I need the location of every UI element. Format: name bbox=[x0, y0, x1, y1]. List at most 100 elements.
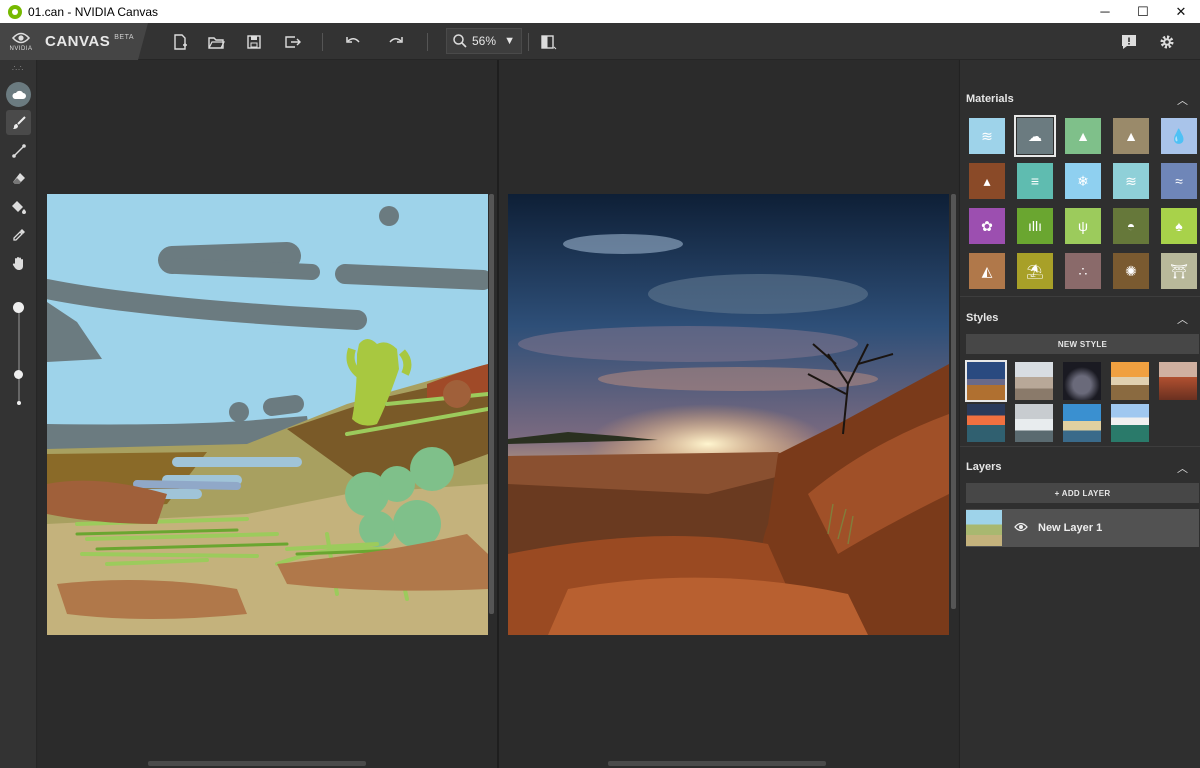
water-drop-icon: 💧 bbox=[1170, 127, 1188, 144]
material-plant[interactable]: ψ bbox=[1065, 208, 1101, 244]
hill-icon: ▲ bbox=[1076, 128, 1090, 144]
material-brush-tool[interactable] bbox=[6, 82, 31, 107]
right-panel: Materials ︿ Styles ︿ NEW STYLE Layers ︿ … bbox=[959, 60, 1200, 768]
minimize-button[interactable]: ─ bbox=[1086, 0, 1124, 23]
material-cloud[interactable]: ☁ bbox=[1014, 115, 1056, 157]
zoom-icon bbox=[453, 34, 467, 48]
save-icon bbox=[247, 35, 261, 49]
eraser-tool[interactable] bbox=[6, 166, 31, 191]
material-water-drop[interactable]: 💧 bbox=[1161, 118, 1197, 154]
toolbar-separator bbox=[322, 33, 323, 51]
material-mountain[interactable]: ▲ bbox=[1113, 118, 1149, 154]
hand-icon bbox=[12, 256, 23, 270]
export-icon bbox=[285, 36, 301, 48]
material-hill[interactable]: ▲ bbox=[1065, 118, 1101, 154]
plant-icon: ψ bbox=[1078, 218, 1088, 234]
style-thumbnail[interactable] bbox=[965, 360, 1007, 402]
tree-icon: ♠ bbox=[1175, 218, 1183, 234]
styles-collapse-chevron-icon[interactable]: ︿ bbox=[1177, 311, 1188, 327]
close-button[interactable]: ✕ bbox=[1162, 0, 1200, 23]
undo-button[interactable] bbox=[340, 29, 366, 55]
eraser-icon bbox=[12, 172, 25, 184]
material-sea[interactable]: ≋ bbox=[969, 118, 1005, 154]
layers-collapse-chevron-icon[interactable]: ︿ bbox=[1177, 460, 1188, 476]
eyedropper-tool[interactable] bbox=[6, 222, 31, 247]
mountain-icon: ▲ bbox=[1124, 128, 1138, 144]
brush-size-slider[interactable] bbox=[18, 308, 20, 403]
material-flower[interactable]: ✿ bbox=[969, 208, 1005, 244]
style-thumbnail[interactable] bbox=[1015, 404, 1053, 442]
add-layer-button[interactable]: + ADD LAYER bbox=[966, 483, 1199, 503]
building-icon: ⛩ bbox=[1170, 262, 1188, 279]
zoom-value: 56% bbox=[472, 34, 497, 48]
tool-strip: ∴∴ bbox=[0, 60, 37, 768]
feedback-button[interactable] bbox=[1116, 29, 1142, 55]
section-divider bbox=[960, 296, 1200, 297]
beta-badge: BETA bbox=[114, 34, 134, 41]
material-water[interactable]: ≈ bbox=[1161, 163, 1197, 199]
maximize-button[interactable]: ☐ bbox=[1124, 0, 1162, 23]
style-thumbnail[interactable] bbox=[1063, 404, 1101, 442]
chevron-down-icon: ▼ bbox=[504, 35, 515, 47]
style-thumbnail[interactable] bbox=[1111, 404, 1149, 442]
brush-tool[interactable] bbox=[6, 110, 31, 135]
fill-tool[interactable] bbox=[6, 194, 31, 219]
brush-size-slider-knob[interactable] bbox=[14, 370, 23, 379]
settings-button[interactable] bbox=[1154, 29, 1180, 55]
zoom-dropdown[interactable]: 56% ▼ bbox=[446, 28, 522, 54]
pan-tool[interactable] bbox=[6, 250, 31, 275]
style-thumbnail[interactable] bbox=[1015, 362, 1053, 400]
style-thumbnail[interactable] bbox=[1159, 362, 1197, 400]
material-fog[interactable]: ≡ bbox=[1017, 163, 1053, 199]
brush-size-min-marker bbox=[17, 401, 21, 405]
new-file-button[interactable] bbox=[167, 29, 193, 55]
brush-icon bbox=[12, 115, 26, 129]
left-canvas-vertical-scrollbar[interactable] bbox=[489, 194, 494, 614]
rock-icon: ◭ bbox=[981, 262, 993, 279]
gravel-icon: ∴ bbox=[1078, 262, 1088, 279]
beach-icon: ⛱ bbox=[1026, 262, 1044, 279]
canvas-divider[interactable] bbox=[497, 60, 499, 768]
style-thumbnail[interactable] bbox=[1111, 362, 1149, 400]
feedback-icon bbox=[1122, 35, 1136, 49]
window-title: 01.can - NVIDIA Canvas bbox=[28, 4, 159, 19]
layer-row[interactable]: New Layer 1 bbox=[966, 509, 1199, 547]
open-button[interactable] bbox=[203, 29, 229, 55]
materials-title: Materials bbox=[966, 93, 1014, 105]
styles-title: Styles bbox=[966, 312, 999, 324]
grip-icon[interactable]: ∴∴ bbox=[12, 64, 26, 73]
style-thumbnail[interactable] bbox=[967, 404, 1005, 442]
line-tool[interactable] bbox=[6, 138, 31, 163]
left-canvas-horizontal-scrollbar[interactable] bbox=[148, 761, 366, 766]
material-grass[interactable]: ıllı bbox=[1017, 208, 1053, 244]
window-controls: ─ ☐ ✕ bbox=[1086, 0, 1200, 23]
split-view-button[interactable] bbox=[535, 29, 561, 55]
export-button[interactable] bbox=[279, 29, 305, 55]
gear-icon bbox=[1160, 35, 1174, 49]
material-tree[interactable]: ♠ bbox=[1161, 208, 1197, 244]
new-style-button[interactable]: NEW STYLE bbox=[966, 334, 1199, 354]
material-dirt[interactable]: ▴ bbox=[969, 163, 1005, 199]
right-canvas-horizontal-scrollbar[interactable] bbox=[608, 761, 826, 766]
material-rock[interactable]: ◭ bbox=[969, 253, 1005, 289]
material-bush[interactable]: ◓ bbox=[1113, 208, 1149, 244]
fog-icon: ≡ bbox=[1030, 173, 1040, 189]
right-canvas-vertical-scrollbar[interactable] bbox=[951, 194, 956, 609]
materials-collapse-chevron-icon[interactable]: ︿ bbox=[1177, 92, 1188, 108]
open-folder-icon bbox=[208, 37, 225, 49]
bush-icon: ◓ bbox=[1126, 218, 1136, 234]
style-thumbnail[interactable] bbox=[1063, 362, 1101, 400]
material-gravel[interactable]: ∴ bbox=[1065, 253, 1101, 289]
material-snow[interactable]: ❄ bbox=[1065, 163, 1101, 199]
redo-button[interactable] bbox=[383, 29, 409, 55]
brush-size-max-marker bbox=[13, 302, 24, 313]
save-button[interactable] bbox=[241, 29, 267, 55]
material-sand[interactable]: ✺ bbox=[1113, 253, 1149, 289]
segmentation-canvas[interactable] bbox=[47, 194, 488, 635]
material-building[interactable]: ⛩ bbox=[1161, 253, 1197, 289]
material-beach[interactable]: ⛱ bbox=[1017, 253, 1053, 289]
flower-icon: ✿ bbox=[981, 217, 993, 234]
eye-icon[interactable] bbox=[1014, 521, 1028, 535]
cloud-icon: ☁ bbox=[1028, 127, 1042, 144]
material-lake[interactable]: ≋ bbox=[1113, 163, 1149, 199]
